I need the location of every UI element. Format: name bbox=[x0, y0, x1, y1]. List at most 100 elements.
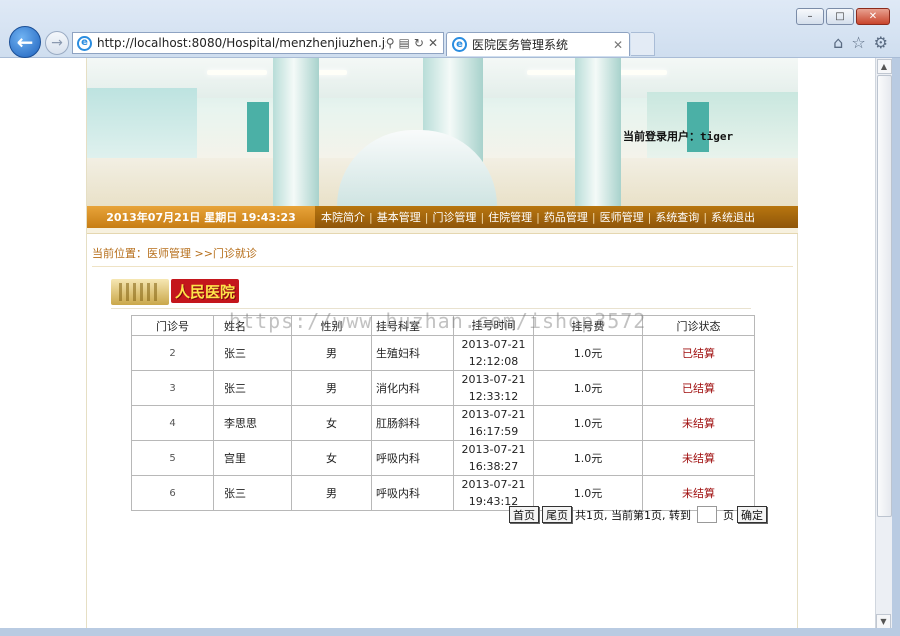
tab-close-icon[interactable]: ✕ bbox=[613, 38, 629, 52]
cell-clock: 12:12:08 bbox=[468, 355, 519, 368]
page-unit-label: 页 bbox=[722, 508, 734, 522]
back-arrow-icon[interactable]: ← bbox=[9, 26, 41, 58]
logo-divider bbox=[111, 308, 751, 309]
banner-doorway bbox=[247, 102, 269, 152]
menu-item-query[interactable]: 系统查询 bbox=[651, 209, 703, 225]
cell-dept: 呼吸内科 bbox=[371, 440, 454, 476]
col-header-status: 门诊状态 bbox=[642, 315, 755, 336]
cell-name: 张三 bbox=[213, 475, 292, 511]
browser-tab[interactable]: e 医院医务管理系统 ✕ bbox=[446, 32, 630, 56]
menu-item-doctor[interactable]: 医师管理 bbox=[596, 209, 648, 225]
maximize-icon[interactable]: □ bbox=[826, 8, 854, 25]
breadcrumb: 当前位置：医师管理 >>门诊就诊 bbox=[92, 245, 257, 261]
cell-status: 已结算 bbox=[642, 370, 755, 406]
cell-status: 未结算 bbox=[642, 405, 755, 441]
col-header-fee: 挂号费 bbox=[533, 315, 643, 336]
table-row: 5 宫里 女 呼吸内科 2013-07-21 16:38:27 1.0元 未结算 bbox=[131, 440, 755, 476]
cell-date: 2013-07-21 bbox=[461, 478, 526, 491]
window-frame-right bbox=[892, 58, 900, 636]
browser-chrome: – □ ✕ ← → e http://localhost:8080/Hospit… bbox=[0, 0, 900, 58]
breadcrumb-divider bbox=[92, 266, 793, 267]
cell-fee: 1.0元 bbox=[533, 370, 643, 406]
cell-clock: 16:38:27 bbox=[468, 460, 519, 473]
cell-name: 李思思 bbox=[213, 405, 292, 441]
cell-time: 2013-07-21 16:38:27 bbox=[453, 440, 534, 476]
new-tab-button[interactable] bbox=[631, 32, 655, 56]
settings-gear-icon[interactable]: ⚙ bbox=[874, 33, 888, 52]
ie-page-icon: e bbox=[77, 35, 92, 51]
col-header-sex: 性别 bbox=[291, 315, 372, 336]
cell-no: 6 bbox=[131, 475, 214, 511]
close-window-icon[interactable]: ✕ bbox=[856, 8, 890, 25]
confirm-button[interactable]: 确定 bbox=[736, 506, 767, 523]
cell-clock: 16:17:59 bbox=[468, 425, 519, 438]
tab-ie-icon: e bbox=[452, 37, 467, 52]
compat-view-icon[interactable]: ▤ bbox=[399, 36, 410, 50]
cell-name: 张三 bbox=[213, 370, 292, 406]
first-page-button[interactable]: 首页 bbox=[509, 506, 539, 523]
table-row: 3 张三 男 消化内科 2013-07-21 12:33:12 1.0元 已结算 bbox=[131, 370, 755, 406]
login-user-label: 当前登录用户：tiger bbox=[623, 130, 734, 143]
banner-doorway bbox=[687, 102, 709, 152]
hospital-banner: 当前登录用户：tiger bbox=[87, 58, 798, 206]
current-datetime: 2013年07月21日 星期日 19:43:23 bbox=[87, 206, 315, 228]
breadcrumb-prefix: 当前位置： bbox=[92, 247, 147, 260]
stop-icon[interactable]: ✕ bbox=[428, 36, 438, 50]
cell-sex: 男 bbox=[291, 370, 372, 406]
pagination: 首页 尾页 共1页, 当前第1页, 转到 页 确定 bbox=[509, 506, 767, 523]
cell-fee: 1.0元 bbox=[533, 335, 643, 371]
cell-no: 5 bbox=[131, 440, 214, 476]
page-info: 共1页, 当前第1页, 转到 bbox=[575, 508, 691, 522]
cell-date: 2013-07-21 bbox=[461, 338, 526, 351]
last-page-button[interactable]: 尾页 bbox=[542, 506, 572, 523]
vertical-scrollbar[interactable]: ▲ ▼ bbox=[875, 58, 892, 630]
menu-item-logout[interactable]: 系统退出 bbox=[707, 209, 759, 225]
forward-arrow-icon[interactable]: → bbox=[45, 31, 69, 55]
col-header-time: 挂号时间 bbox=[453, 315, 534, 336]
window-controls: – □ ✕ bbox=[796, 8, 890, 25]
minimize-icon[interactable]: – bbox=[796, 8, 824, 25]
menu-item-outpatient[interactable]: 门诊管理 bbox=[428, 209, 480, 225]
favorites-star-icon[interactable]: ☆ bbox=[851, 33, 865, 52]
menu-item-medicine[interactable]: 药品管理 bbox=[540, 209, 592, 225]
menu-item-inpatient[interactable]: 住院管理 bbox=[484, 209, 536, 225]
cell-status: 已结算 bbox=[642, 335, 755, 371]
ceiling-light bbox=[207, 70, 267, 75]
cell-time: 2013-07-21 12:33:12 bbox=[453, 370, 534, 406]
table-row: 2 张三 男 生殖妇科 2013-07-21 12:12:08 1.0元 已结算 bbox=[131, 335, 755, 371]
search-icon[interactable]: ⚲ bbox=[386, 36, 395, 50]
cell-date: 2013-07-21 bbox=[461, 373, 526, 386]
cell-no: 4 bbox=[131, 405, 214, 441]
cell-name: 宫里 bbox=[213, 440, 292, 476]
menu-item-basic[interactable]: 基本管理 bbox=[373, 209, 425, 225]
url-text[interactable]: http://localhost:8080/Hospital/menzhenji… bbox=[97, 36, 386, 50]
cell-dept: 生殖妇科 bbox=[371, 335, 454, 371]
main-menu: 本院简介 | 基本管理 | 门诊管理 | 住院管理 | 药品管理 | 医师管理 … bbox=[315, 206, 798, 228]
table-row: 4 李思思 女 肛肠斜科 2013-07-21 16:17:59 1.0元 未结算 bbox=[131, 405, 755, 441]
breadcrumb-section[interactable]: 医师管理 bbox=[147, 247, 191, 260]
outpatient-table: 门诊号 姓名 性别 挂号科室 挂号时间 挂号费 门诊状态 2 张三 男 生殖妇科… bbox=[131, 315, 755, 511]
navbar-underline bbox=[87, 228, 798, 234]
cell-clock: 12:33:12 bbox=[468, 390, 519, 403]
scroll-up-icon[interactable]: ▲ bbox=[876, 59, 892, 74]
cell-fee: 1.0元 bbox=[533, 405, 643, 441]
cell-status: 未结算 bbox=[642, 440, 755, 476]
cell-dept: 肛肠斜科 bbox=[371, 405, 454, 441]
hospital-logo: 人民医院 bbox=[111, 275, 258, 307]
tab-title: 医院医务管理系统 bbox=[472, 38, 569, 52]
col-header-dept: 挂号科室 bbox=[371, 315, 454, 336]
scroll-down-icon[interactable]: ▼ bbox=[876, 614, 891, 629]
home-icon[interactable]: ⌂ bbox=[833, 33, 843, 52]
refresh-icon[interactable]: ↻ bbox=[414, 36, 424, 50]
cell-no: 2 bbox=[131, 335, 214, 371]
banner-wall bbox=[87, 88, 197, 158]
goto-page-input[interactable] bbox=[696, 506, 717, 523]
cell-dept: 消化内科 bbox=[371, 370, 454, 406]
cell-sex: 女 bbox=[291, 405, 372, 441]
menu-item-intro[interactable]: 本院简介 bbox=[317, 209, 369, 225]
table-header-row: 门诊号 姓名 性别 挂号科室 挂号时间 挂号费 门诊状态 bbox=[131, 315, 755, 336]
cell-date: 2013-07-21 bbox=[461, 443, 526, 456]
scroll-thumb[interactable] bbox=[876, 75, 892, 517]
address-bar[interactable]: e http://localhost:8080/Hospital/menzhen… bbox=[72, 32, 444, 54]
hospital-logo-text: 人民医院 bbox=[171, 279, 240, 303]
